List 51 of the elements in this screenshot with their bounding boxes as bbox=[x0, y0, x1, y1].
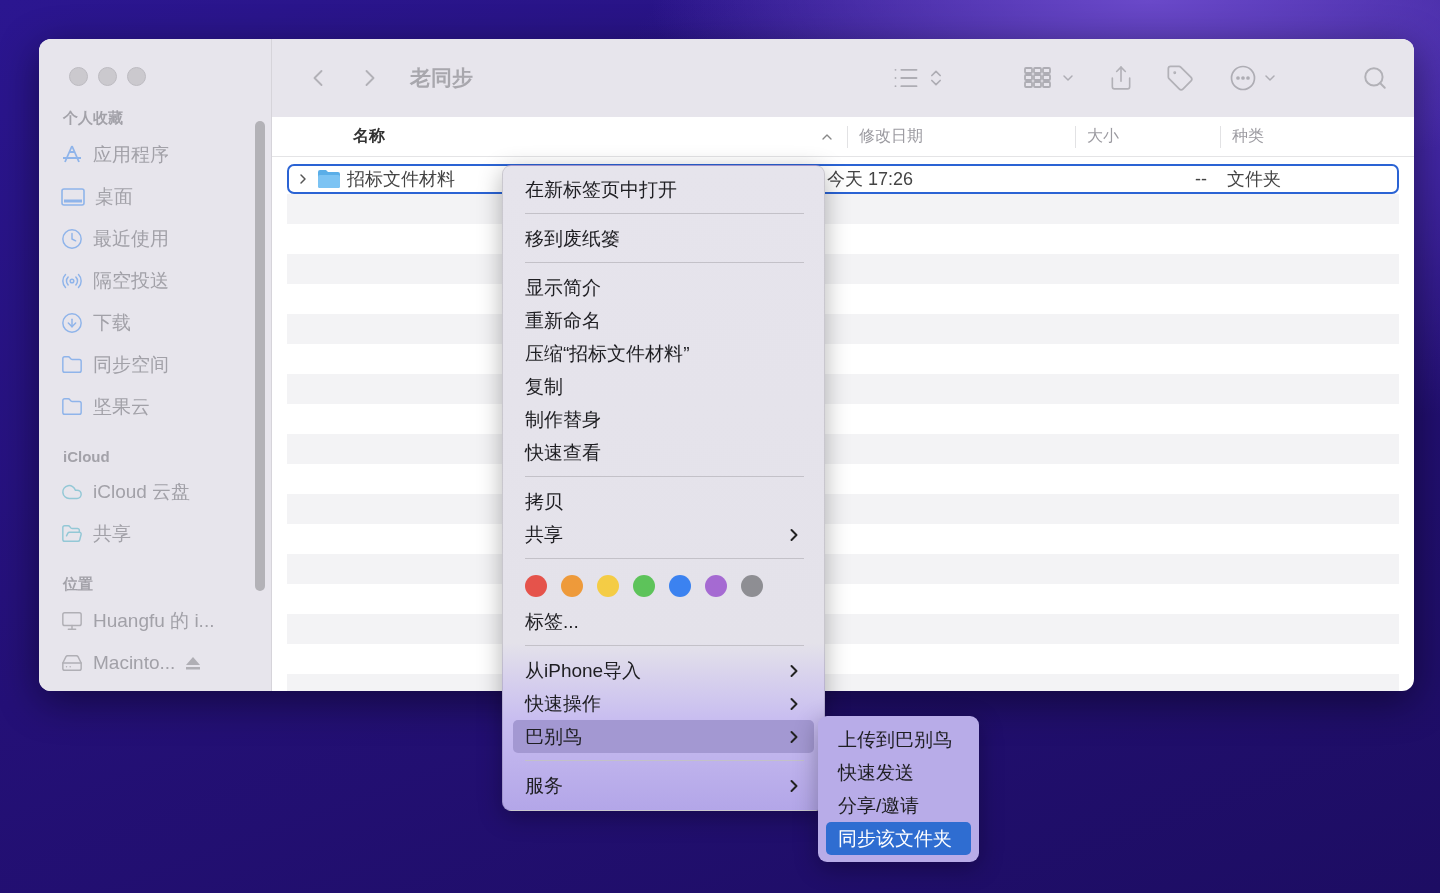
window-title: 老同步 bbox=[410, 65, 473, 91]
more-icon[interactable] bbox=[1230, 65, 1256, 91]
menu-item[interactable]: 移到废纸篓 bbox=[513, 222, 814, 255]
column-header[interactable]: 名称 bbox=[342, 125, 847, 148]
menu-item[interactable]: 同步该文件夹 bbox=[826, 822, 971, 855]
folder-icon bbox=[317, 169, 341, 189]
tag-color-dot[interactable] bbox=[633, 575, 655, 597]
tag-color-dot[interactable] bbox=[741, 575, 763, 597]
menu-item[interactable]: 标签... bbox=[513, 605, 814, 638]
menu-item[interactable]: 快速发送 bbox=[826, 756, 971, 789]
zoom-button[interactable] bbox=[127, 67, 146, 86]
menu-item[interactable]: 快速操作 bbox=[513, 687, 814, 720]
menu-item[interactable]: 快速查看 bbox=[513, 436, 814, 469]
folder-icon bbox=[61, 354, 83, 376]
tag-color-dot[interactable] bbox=[705, 575, 727, 597]
menu-item[interactable]: 拷贝 bbox=[513, 485, 814, 518]
menu-item[interactable]: 显示简介 bbox=[513, 271, 814, 304]
menu-item[interactable]: 服务 bbox=[513, 769, 814, 802]
menu-item[interactable]: 复制 bbox=[513, 370, 814, 403]
file-name: 招标文件材料 bbox=[347, 168, 455, 191]
menu-item[interactable]: 从iPhone导入 bbox=[513, 654, 814, 687]
computer-icon bbox=[61, 610, 83, 632]
menu-item[interactable]: 共享 bbox=[513, 518, 814, 551]
menu-item[interactable]: 上传到巴别鸟 bbox=[826, 723, 971, 756]
clock-icon bbox=[61, 228, 83, 250]
sidebar-section-title: 个人收藏 bbox=[63, 109, 124, 128]
menu-item[interactable]: 压缩“招标文件材料” bbox=[513, 337, 814, 370]
menu-item[interactable]: 巴别鸟 bbox=[513, 720, 814, 753]
sidebar-section-title: 位置 bbox=[63, 575, 94, 594]
tag-color-dot[interactable] bbox=[597, 575, 619, 597]
file-kind: 文件夹 bbox=[1226, 168, 1282, 191]
search-icon[interactable] bbox=[1362, 65, 1388, 91]
scrollbar[interactable] bbox=[255, 121, 265, 591]
eject-icon[interactable] bbox=[185, 656, 202, 670]
menu-item[interactable]: 制作替身 bbox=[513, 403, 814, 436]
menu-item[interactable]: 分享/邀请 bbox=[826, 789, 971, 822]
folder-icon bbox=[61, 396, 83, 418]
close-button[interactable] bbox=[69, 67, 88, 86]
tag-color-dot[interactable] bbox=[561, 575, 583, 597]
modified-date: 今天 17:26 bbox=[827, 168, 915, 191]
tag-icon[interactable] bbox=[1166, 64, 1194, 92]
shared-folder-icon bbox=[61, 523, 83, 545]
grid-icon[interactable] bbox=[1024, 67, 1052, 89]
tag-color-dot[interactable] bbox=[525, 575, 547, 597]
menu-item[interactable]: 重新命名 bbox=[513, 304, 814, 337]
tag-color-dot[interactable] bbox=[669, 575, 691, 597]
download-icon bbox=[61, 312, 83, 334]
minimize-button[interactable] bbox=[98, 67, 117, 86]
desktop-icon bbox=[61, 187, 85, 207]
sidebar-section-title: iCloud bbox=[63, 448, 111, 465]
file-size: -- bbox=[1194, 168, 1207, 190]
